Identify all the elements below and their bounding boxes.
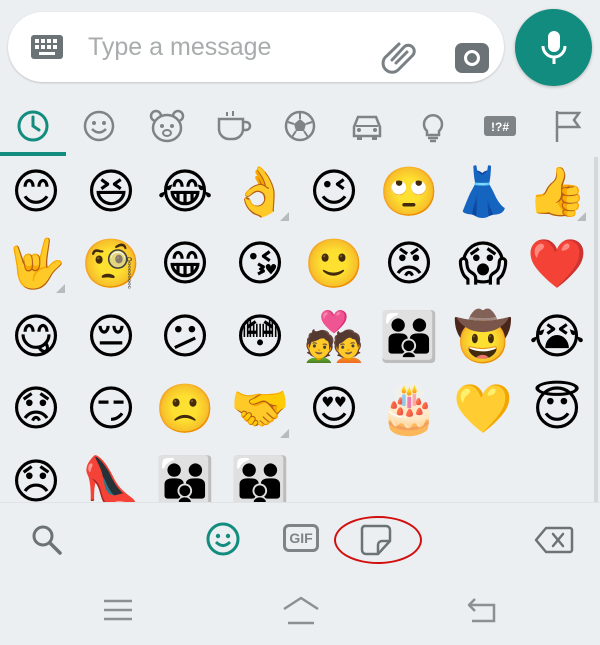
- emoji-cowboy-face[interactable]: 🤠: [453, 307, 513, 367]
- back-icon[interactable]: [466, 597, 498, 627]
- emoji-dress[interactable]: 👗: [453, 162, 513, 222]
- emoji-couple-with-heart[interactable]: 💑: [304, 307, 364, 367]
- menu-icon[interactable]: [103, 597, 133, 627]
- skin-tone-indicator: [56, 284, 65, 293]
- car-category-icon[interactable]: [348, 107, 386, 145]
- message-composer: Type a message: [0, 0, 600, 95]
- smiley-category-icon[interactable]: [80, 107, 118, 145]
- emoji-grinning-squinting[interactable]: 😆: [81, 162, 141, 222]
- attach-icon[interactable]: [380, 36, 420, 76]
- emoji-tab-icon[interactable]: [205, 521, 241, 561]
- sticker-highlight-circle: [334, 516, 422, 564]
- message-input-box[interactable]: Type a message: [8, 12, 504, 82]
- emoji-flushed-face[interactable]: 😳: [230, 307, 290, 367]
- flag-icon[interactable]: [549, 107, 587, 145]
- emoji-red-heart[interactable]: ❤️: [527, 234, 587, 294]
- emoji-family[interactable]: 👪: [230, 452, 290, 502]
- emoji-yellow-heart[interactable]: 💛: [453, 379, 513, 439]
- emoji-slightly-smiling[interactable]: 🙂: [304, 234, 364, 294]
- emoji-savoring-food[interactable]: 😋: [6, 307, 66, 367]
- skin-tone-indicator: [280, 212, 289, 221]
- emoji-confused-face[interactable]: 😕: [155, 307, 215, 367]
- gif-tab-button[interactable]: GIF: [283, 524, 319, 552]
- svg-text:!?#: !?#: [491, 120, 509, 134]
- system-navigation-bar: [0, 577, 600, 645]
- symbols-category-icon[interactable]: !?#: [481, 107, 519, 145]
- emoji-keyboard-toolbar: GIF: [0, 502, 600, 578]
- emoji-tears-of-joy[interactable]: 😂: [155, 162, 215, 222]
- emoji-frowning-face[interactable]: 🙁: [155, 379, 215, 439]
- lightbulb-icon[interactable]: [414, 107, 452, 145]
- emoji-blowing-kiss[interactable]: 😘: [230, 234, 290, 294]
- emoji-pensive-face[interactable]: 😔: [81, 307, 141, 367]
- emoji-screaming-fear[interactable]: 😱: [453, 234, 513, 294]
- emoji-family[interactable]: 👪: [155, 452, 215, 502]
- emoji-disappointed-face[interactable]: 😞: [6, 452, 66, 502]
- emoji-worried-face[interactable]: 😟: [6, 379, 66, 439]
- emoji-heart-eyes[interactable]: 😍: [304, 379, 364, 439]
- skin-tone-indicator: [280, 429, 289, 438]
- voice-record-button[interactable]: [515, 9, 592, 86]
- emoji-smirking-face[interactable]: 😏: [81, 379, 141, 439]
- activity-category-icon[interactable]: [281, 107, 319, 145]
- emoji-family[interactable]: 👪: [379, 307, 439, 367]
- emoji-beaming-face[interactable]: 😁: [155, 234, 215, 294]
- camera-icon[interactable]: [454, 40, 494, 78]
- emoji-monocle-face[interactable]: 🧐: [81, 234, 141, 294]
- skin-tone-indicator: [577, 212, 586, 221]
- emoji-birthday-cake[interactable]: 🎂: [379, 379, 439, 439]
- emoji-winking-face[interactable]: 😉: [304, 162, 364, 222]
- emoji-smiling-halo[interactable]: 😇: [527, 379, 587, 439]
- food-category-icon[interactable]: [215, 107, 253, 145]
- emoji-loudly-crying[interactable]: 😭: [527, 307, 587, 367]
- recent-icon[interactable]: [14, 107, 52, 145]
- emoji-category-bar: !?#: [0, 95, 600, 157]
- emoji-scrollbar[interactable]: [594, 157, 598, 502]
- emoji-smiling-face[interactable]: 😊: [6, 162, 66, 222]
- message-placeholder[interactable]: Type a message: [88, 30, 271, 64]
- backspace-icon[interactable]: [534, 526, 574, 558]
- emoji-rolling-eyes[interactable]: 🙄: [379, 162, 439, 222]
- emoji-angry-face[interactable]: 😡: [379, 234, 439, 294]
- home-icon[interactable]: [282, 595, 320, 629]
- animal-category-icon[interactable]: [148, 107, 186, 145]
- emoji-grid: 😊 😆 😂 👌 😉 🙄 👗 👍 🤟 🧐 😁 😘 🙂 😡 😱 ❤️ 😋 😔 😕 😳…: [0, 157, 600, 502]
- search-icon[interactable]: [30, 523, 64, 561]
- microphone-icon: [541, 31, 567, 64]
- keyboard-icon[interactable]: [30, 34, 64, 60]
- selected-category-indicator: [0, 152, 66, 156]
- emoji-high-heel[interactable]: 👠: [81, 452, 141, 502]
